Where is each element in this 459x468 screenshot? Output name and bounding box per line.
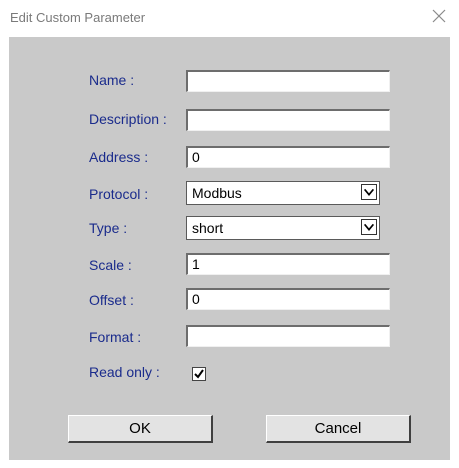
- name-field[interactable]: [186, 70, 390, 92]
- read-only-checkbox[interactable]: [192, 367, 206, 381]
- ok-button[interactable]: OK: [68, 415, 213, 443]
- address-field[interactable]: 0: [186, 146, 390, 168]
- chevron-down-icon[interactable]: [361, 219, 377, 235]
- cancel-button[interactable]: Cancel: [266, 415, 411, 443]
- read-only-label: Read only :: [89, 364, 160, 380]
- protocol-value: Modbus: [192, 185, 242, 201]
- window-title: Edit Custom Parameter: [10, 10, 146, 25]
- scale-label: Scale :: [89, 257, 132, 273]
- type-value: short: [192, 220, 224, 236]
- address-label: Address :: [89, 149, 149, 165]
- checkmark-icon: [194, 369, 204, 379]
- name-label: Name :: [89, 72, 135, 88]
- offset-label: Offset :: [89, 292, 134, 308]
- close-icon[interactable]: [431, 8, 447, 24]
- format-label: Format :: [89, 329, 142, 345]
- type-label: Type :: [89, 220, 128, 236]
- offset-field[interactable]: 0: [186, 288, 390, 310]
- scale-field[interactable]: 1: [186, 253, 390, 275]
- description-label: Description :: [89, 111, 167, 127]
- protocol-label: Protocol :: [89, 186, 149, 202]
- description-field[interactable]: [186, 109, 390, 131]
- format-field[interactable]: [186, 325, 390, 347]
- title-bar: Edit Custom Parameter: [0, 0, 459, 36]
- type-dropdown[interactable]: short: [186, 216, 380, 240]
- chevron-down-icon[interactable]: [361, 184, 377, 200]
- dialog-panel: Name : Description : Address : 0 Protoco…: [9, 37, 450, 460]
- protocol-dropdown[interactable]: Modbus: [186, 181, 380, 205]
